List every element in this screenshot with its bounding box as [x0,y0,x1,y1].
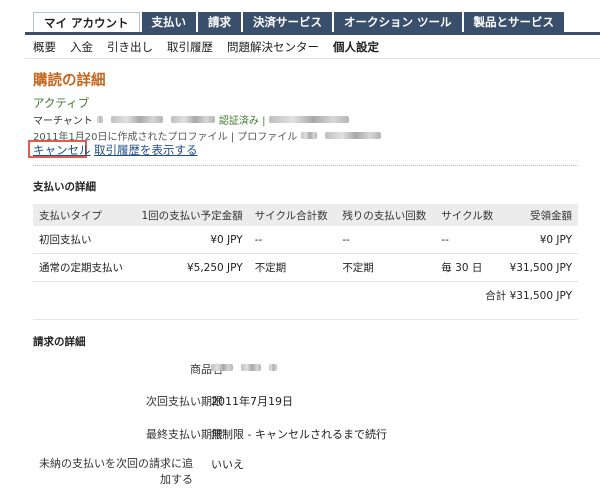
table-cell: ¥0 JPY [131,226,249,254]
tab-my-account[interactable]: マイ アカウント [33,12,140,34]
view-history-link[interactable]: 取引履歴を表示する [94,142,198,158]
payment-total: 合計 ¥31,500 JPY [485,289,572,302]
col-header: 受領金額 [501,204,578,226]
tab-merchant-services[interactable]: 決済サービス [243,12,333,32]
subnav-withdraw[interactable]: 引き出し [107,39,153,55]
verified-label: 認証済み | [218,116,266,127]
final-payment-value: 無制限 - キャンセルされるまで続行 [211,428,387,441]
subnav-resolution-center[interactable]: 問題解決センター [227,39,319,55]
payment-section-title: 支払いの詳細 [33,181,96,193]
next-payment-row: 次回支払い期限 2011年7月19日 [33,393,578,409]
nav-bar-underline [25,32,600,35]
add-unpaid-row: 未納の支払いを次回の請求に追加する いいえ [33,456,578,490]
merchant-line: マーチャント 認証済み | [33,112,353,127]
tab-billing[interactable]: 請求 [198,12,242,32]
total-row: 合計 ¥31,500 JPY [33,282,578,309]
divider [33,319,578,320]
table-cell: -- [248,226,337,254]
redacted-text [211,364,233,371]
table-cell: ¥5,250 JPY [131,253,249,282]
payment-table: 支払いタイプ 1回の支払い予定金額 サイクル合計数 残りの支払い回数 サイクル数… [33,204,578,308]
redacted-text [301,132,318,139]
redacted-text [96,116,103,123]
table-cell: ¥31,500 JPY [501,253,578,282]
subnav-profile[interactable]: 個人設定 [333,39,379,55]
add-unpaid-value: いいえ [211,458,244,471]
col-header: サイクル数 [435,204,502,226]
subnav-divider [25,58,600,59]
top-nav: マイ アカウント 支払い 請求 決済サービス オークション ツール 製品とサービ… [33,12,566,34]
redacted-text [110,116,163,123]
col-header: 1回の支払い予定金額 [131,204,249,226]
add-unpaid-label: 未納の支払いを次回の請求に追加する [39,457,193,486]
divider [33,165,578,166]
redacted-text [325,132,382,139]
table-cell: -- [435,226,502,254]
redacted-text [269,364,277,371]
merchant-label: マーチャント [33,116,93,127]
final-payment-row: 最終支払い期限 無制限 - キャンセルされるまで続行 [33,426,578,442]
redacted-text [241,364,261,371]
table-header-row: 支払いタイプ 1回の支払い予定金額 サイクル合計数 残りの支払い回数 サイクル数… [33,204,578,226]
table-cell: 毎 30 日 [435,253,502,282]
col-header: 支払いタイプ [33,204,132,226]
subnav-history[interactable]: 取引履歴 [167,39,213,55]
table-row: 初回支払い ¥0 JPY -- -- -- ¥0 JPY [33,226,578,254]
redacted-text [170,116,215,123]
subnav-deposit[interactable]: 入金 [70,39,93,55]
sub-nav: 概要 入金 引き出し 取引履歴 問題解決センター 個人設定 [33,39,393,55]
col-header: 残りの支払い回数 [336,204,436,226]
product-name-row: 商品名 [33,361,578,377]
col-header: サイクル合計数 [248,204,337,226]
tab-products-services[interactable]: 製品とサービス [463,12,565,32]
table-cell: 通常の定期支払い [33,253,132,282]
table-cell: 不定期 [336,253,436,282]
billing-section-title: 請求の詳細 [33,336,86,348]
subnav-overview[interactable]: 概要 [33,39,56,55]
page-title: 購読の詳細 [33,73,106,89]
tab-payments[interactable]: 支払い [141,12,197,32]
redacted-text [269,116,350,123]
product-name-value [211,364,281,371]
table-cell: 不定期 [248,253,337,282]
tab-auction-tools[interactable]: オークション ツール [334,12,462,32]
table-cell: -- [336,226,436,254]
cancel-link[interactable]: キャンセル [33,142,91,158]
next-payment-value: 2011年7月19日 [211,395,293,408]
status-text: アクティブ [33,96,90,110]
table-cell: 初回支払い [33,226,132,254]
table-row: 通常の定期支払い ¥5,250 JPY 不定期 不定期 毎 30 日 ¥31,5… [33,253,578,282]
table-cell: ¥0 JPY [501,226,578,254]
